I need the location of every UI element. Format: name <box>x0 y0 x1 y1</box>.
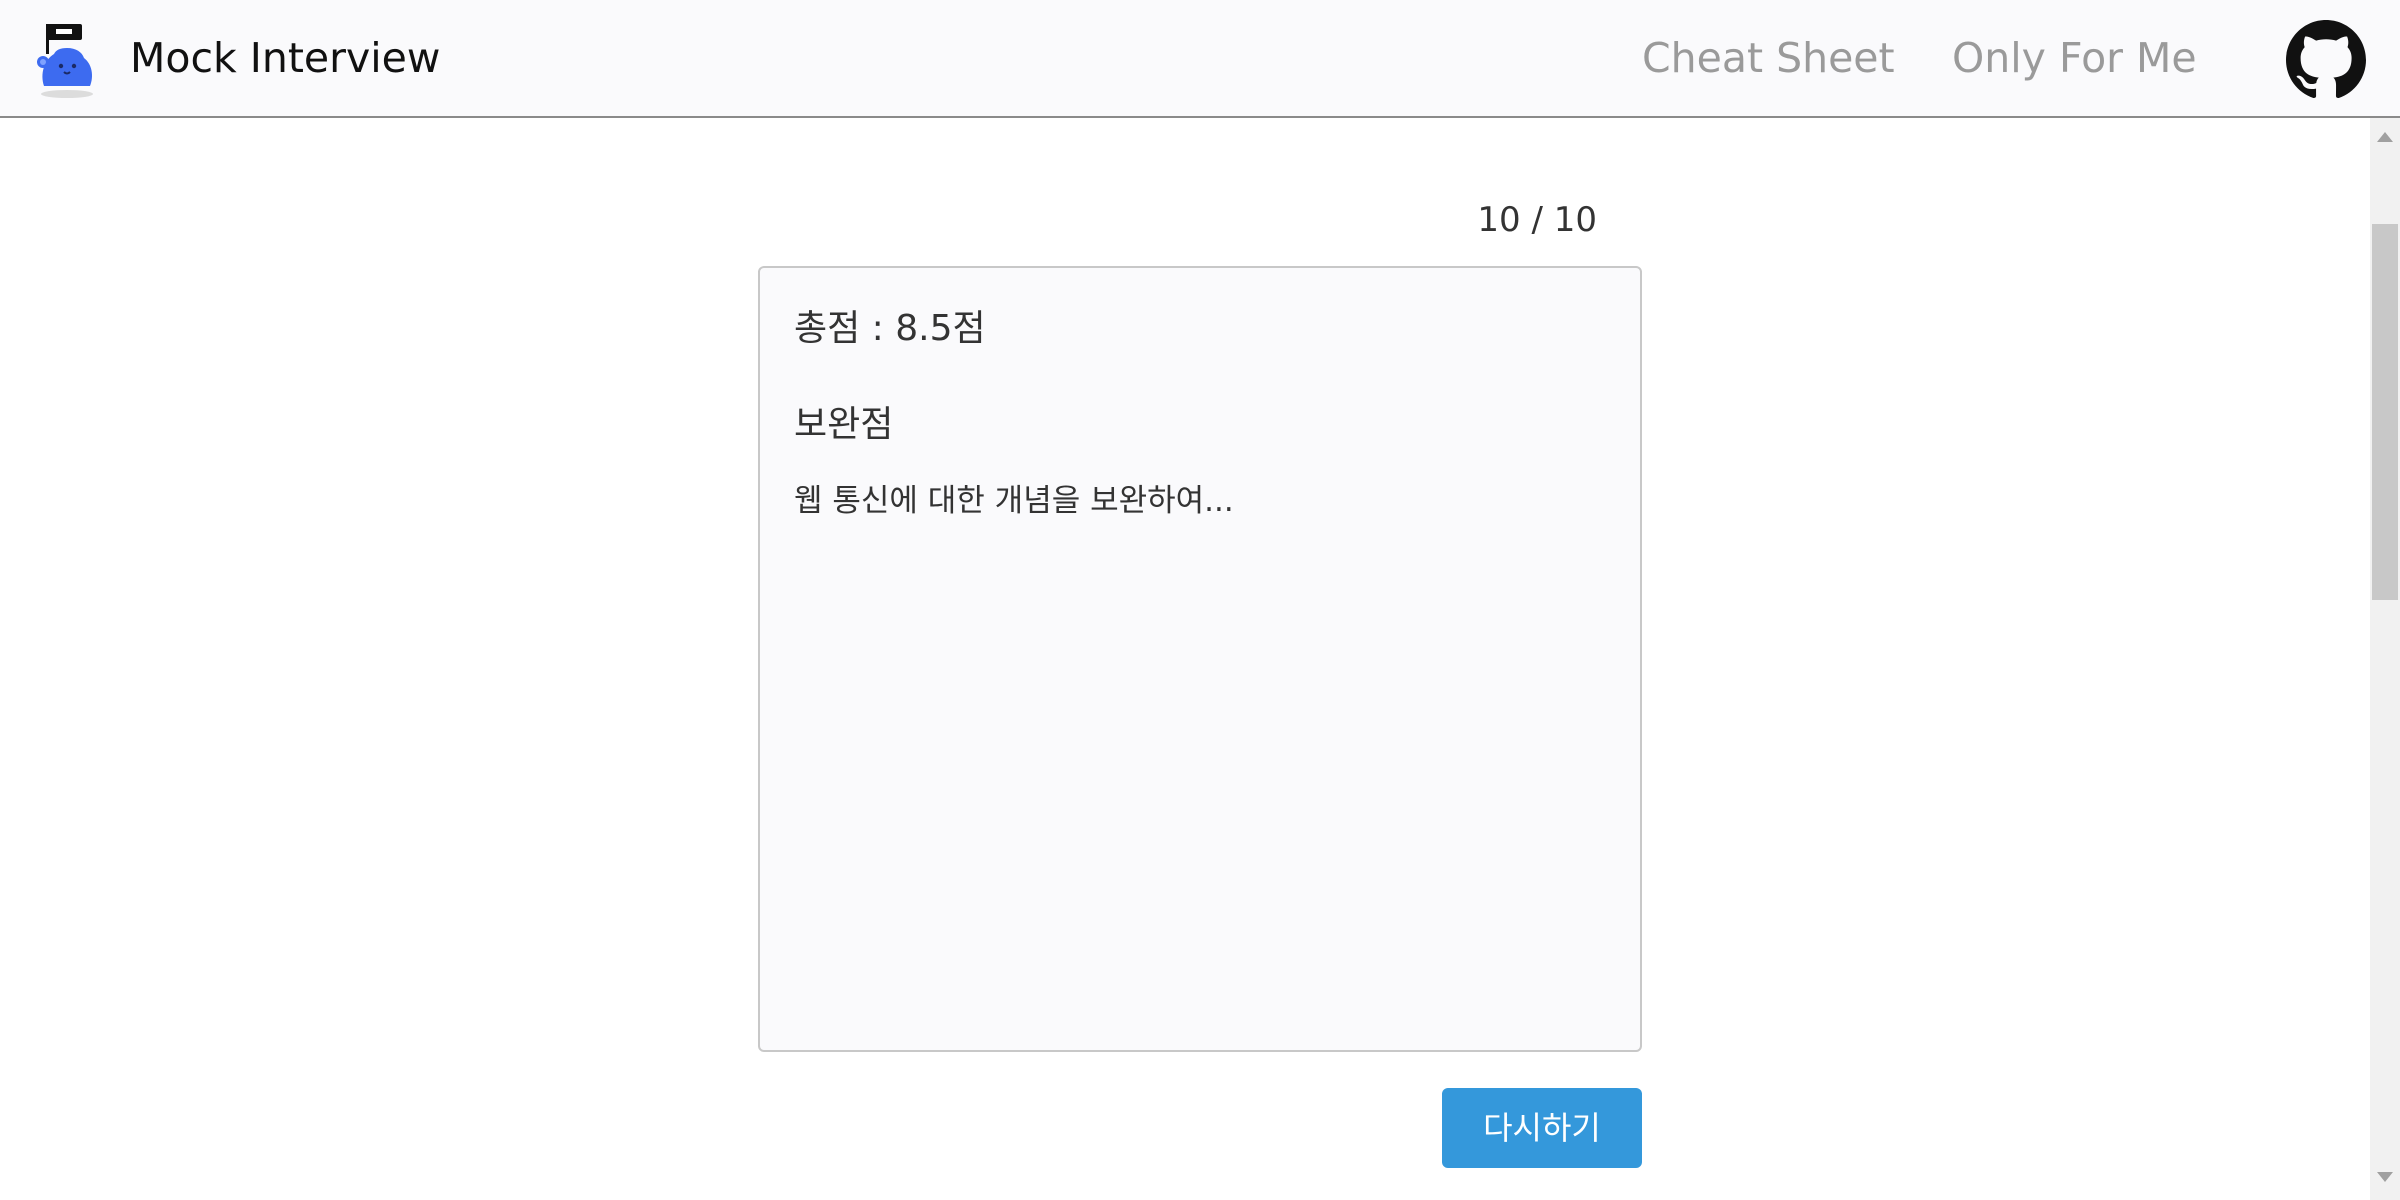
question-progress: 10 / 10 <box>1477 200 1597 240</box>
result-card: 총점 : 8.5점 보완점 웹 통신에 대한 개념을 보완하여... <box>758 266 1642 1052</box>
page-scrollbar[interactable] <box>2370 118 2400 1200</box>
github-icon[interactable] <box>2286 20 2366 100</box>
scrollbar-thumb[interactable] <box>2372 224 2398 600</box>
mascot-logo-icon[interactable] <box>34 20 100 100</box>
improvement-heading: 보완점 <box>794 404 894 445</box>
total-score: 총점 : 8.5점 <box>794 308 986 349</box>
improvement-text: 웹 통신에 대한 개념을 보완하여... <box>794 483 1234 519</box>
nav-only-for-me[interactable]: Only For Me <box>1952 28 2197 88</box>
retry-button[interactable]: 다시하기 <box>1442 1088 1642 1168</box>
top-nav-bar: Mock Interview Cheat Sheet Only For Me <box>0 0 2400 118</box>
scroll-down-arrow-icon[interactable] <box>2377 1172 2393 1182</box>
scroll-up-arrow-icon[interactable] <box>2377 132 2393 142</box>
nav-cheat-sheet[interactable]: Cheat Sheet <box>1642 28 1895 88</box>
app-title[interactable]: Mock Interview <box>130 28 440 88</box>
